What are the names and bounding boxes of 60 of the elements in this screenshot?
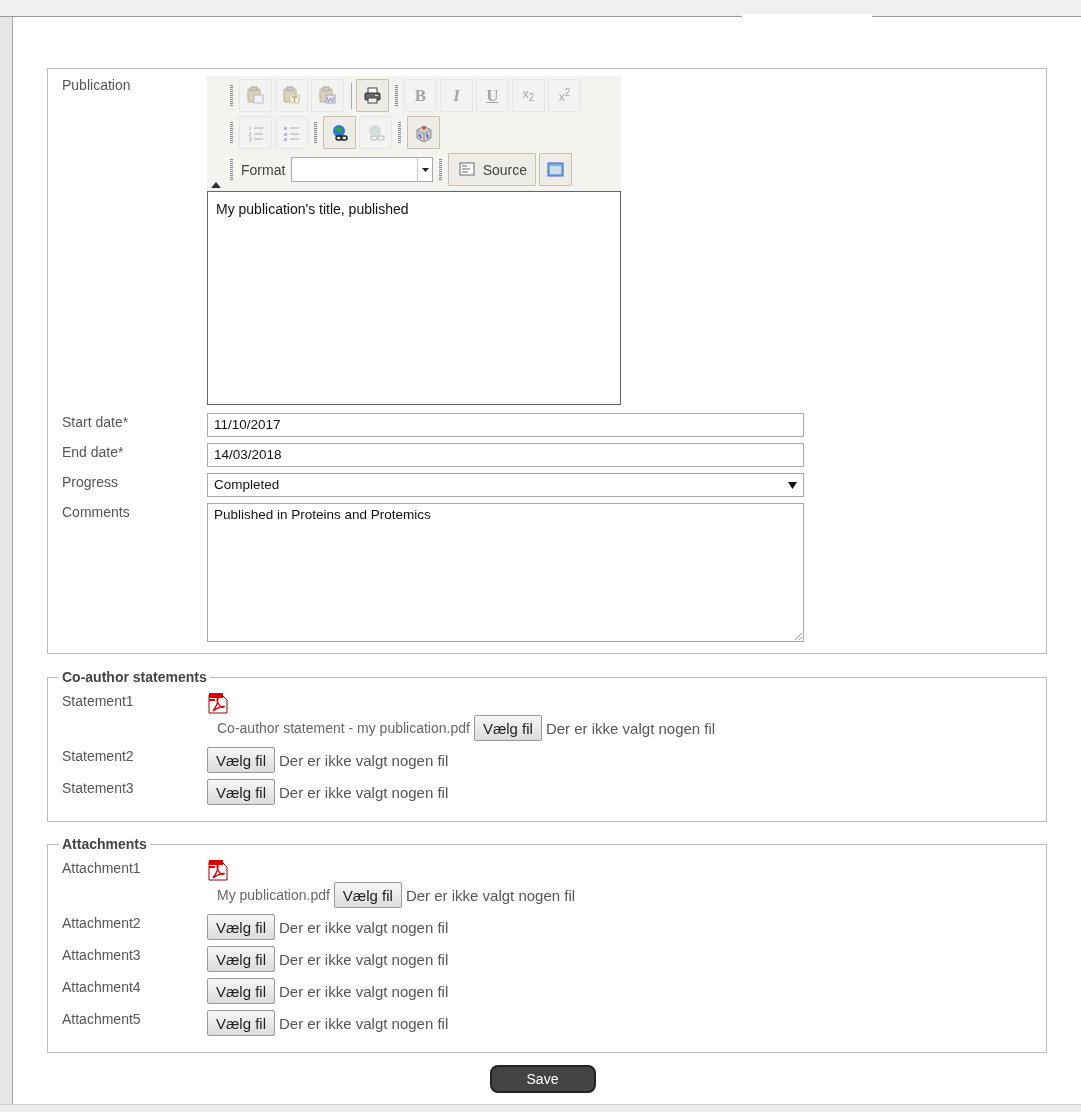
choose-file-button[interactable]: Vælg fil <box>207 914 276 940</box>
maximize-icon <box>546 160 566 179</box>
numbered-list-icon <box>246 123 265 142</box>
source-button[interactable]: Source <box>448 153 537 186</box>
paste-text-icon <box>282 86 301 105</box>
collapse-icon <box>211 182 221 188</box>
save-button[interactable]: Save <box>489 1065 596 1093</box>
field-label: Start date* <box>62 413 130 432</box>
maximize-button[interactable] <box>539 153 573 186</box>
file-link[interactable]: My publication.pdf <box>217 887 330 903</box>
field-label: Statement3 <box>62 779 135 798</box>
comments-field[interactable]: Published in Proteins and Protemics <box>207 503 804 642</box>
printer-icon <box>363 86 382 105</box>
field-label: Statement2 <box>62 747 135 766</box>
resize-handle-icon <box>794 632 802 640</box>
file-status-text: Der er ikke valgt nogen fil <box>545 719 716 737</box>
choose-file-button[interactable]: Vælg fil <box>207 946 276 972</box>
file-status-text: Der er ikke valgt nogen fil <box>279 982 449 1000</box>
choose-file-button[interactable]: Vælg fil <box>333 882 402 908</box>
link-icon <box>330 123 349 142</box>
paste-icon <box>246 86 265 105</box>
choose-file-button[interactable]: Vælg fil <box>207 779 276 805</box>
file-status-text: Der er ikke valgt nogen fil <box>405 886 576 904</box>
caret-icon <box>421 167 429 172</box>
format-label: Format <box>241 161 286 178</box>
file-status-text: Der er ikke valgt nogen fil <box>279 950 449 968</box>
field-label: Publication <box>62 76 132 95</box>
print-button[interactable] <box>356 79 389 112</box>
special-button[interactable] <box>407 116 440 149</box>
file-link[interactable]: Co-author statement - my publication.pdf <box>217 720 470 736</box>
caret-icon <box>788 481 797 489</box>
cube-icon <box>414 123 433 142</box>
field-label: Comments <box>62 503 131 522</box>
pdf-file-icon <box>208 859 228 881</box>
date-field[interactable]: 14/03/2018 <box>207 443 804 467</box>
field-label: Statement1 <box>62 692 135 711</box>
choose-file-button[interactable]: Vælg fil <box>207 1010 276 1036</box>
progress-dropdown[interactable]: Completed <box>207 473 804 497</box>
choose-file-button[interactable]: Vælg fil <box>473 715 542 741</box>
field-label: Attachment2 <box>62 914 142 933</box>
field-label: Attachment4 <box>62 978 142 997</box>
file-status-text: Der er ikke valgt nogen fil <box>279 783 449 801</box>
field-label: Progress <box>62 473 120 492</box>
choose-file-button[interactable]: Vælg fil <box>207 747 276 773</box>
source-icon <box>457 160 477 179</box>
field-label: Attachment5 <box>62 1010 142 1029</box>
link-button[interactable] <box>323 116 356 149</box>
field-label: Attachment1 <box>62 859 142 878</box>
pdf-file-icon <box>208 692 228 714</box>
field-label: Attachment3 <box>62 946 142 965</box>
rich-text-editor[interactable]: My publication's title, published <box>207 191 621 405</box>
choose-file-button[interactable]: Vælg fil <box>207 978 276 1004</box>
field-label: End date* <box>62 443 125 462</box>
date-field[interactable]: 11/10/2017 <box>207 413 804 437</box>
file-status-text: Der er ikke valgt nogen fil <box>279 751 449 769</box>
paste-word-icon <box>318 86 337 105</box>
file-status-text: Der er ikke valgt nogen fil <box>279 918 449 936</box>
format-dropdown[interactable] <box>291 157 434 182</box>
file-status-text: Der er ikke valgt nogen fil <box>279 1014 449 1032</box>
unlink-icon <box>366 123 385 142</box>
